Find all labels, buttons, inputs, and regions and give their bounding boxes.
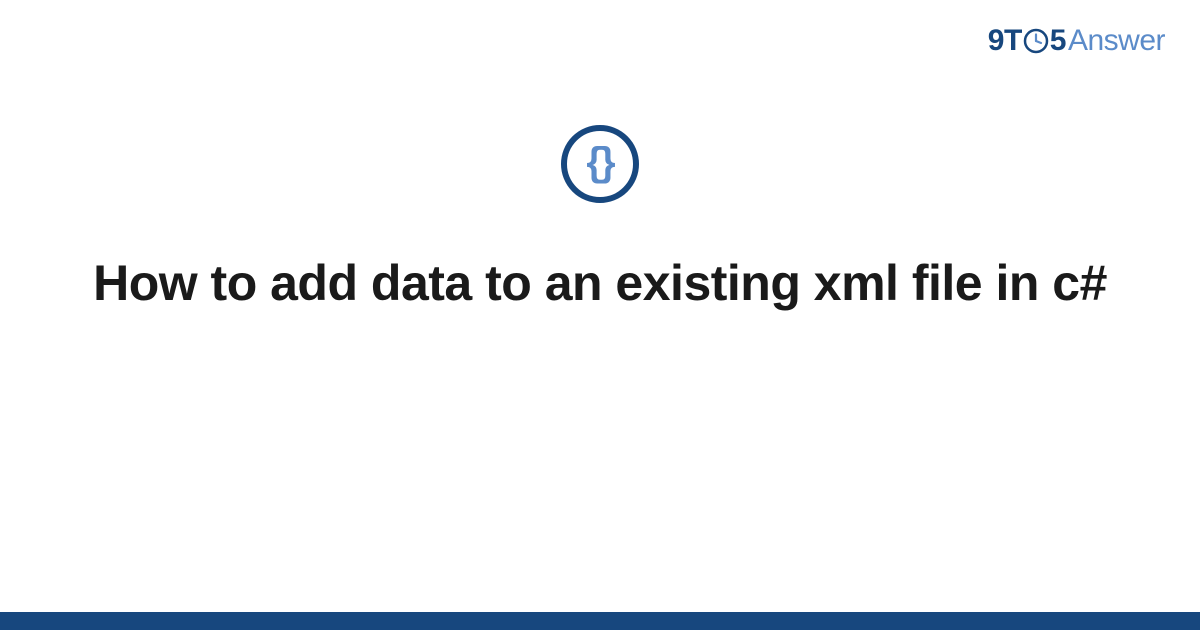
center-content: { } How to add data to an existing xml f… xyxy=(0,125,1200,315)
page-title: How to add data to an existing xml file … xyxy=(93,251,1107,315)
brand-nine: 9 xyxy=(988,24,1004,58)
brand-answer: Answer xyxy=(1068,24,1165,58)
code-braces-icon: { } xyxy=(561,125,639,203)
brand-five: 5 xyxy=(1050,24,1066,58)
brace-left: { xyxy=(586,142,600,182)
brand-t: T xyxy=(1004,24,1022,58)
clock-icon xyxy=(1023,28,1049,54)
brand-logo: 9 T 5 Answer xyxy=(988,24,1165,58)
brace-right: } xyxy=(600,142,614,182)
bottom-accent-bar xyxy=(0,612,1200,630)
braces-glyph: { } xyxy=(586,142,613,182)
